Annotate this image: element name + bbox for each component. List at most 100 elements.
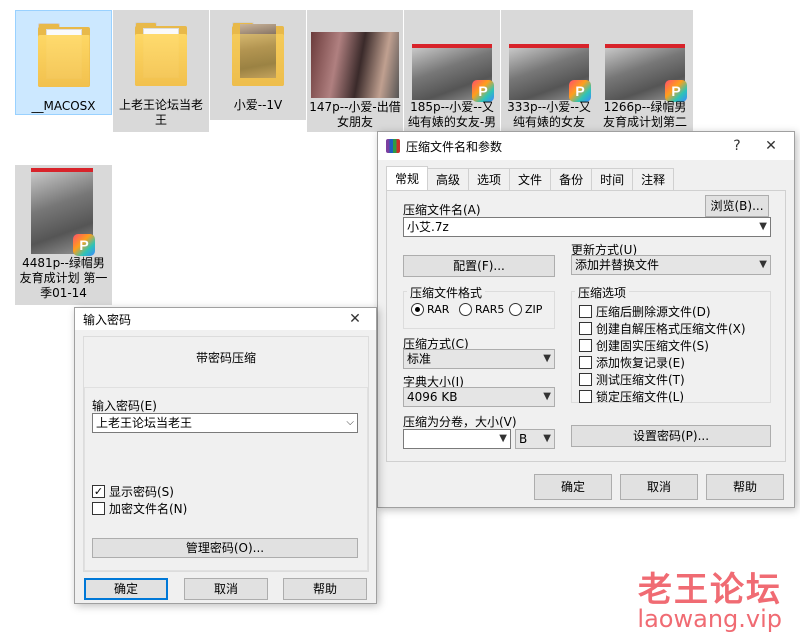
chevron-down-icon: ▼ [543,391,551,402]
lock-archive-checkbox[interactable]: 锁定压缩文件(L) [579,388,684,405]
file-item-image[interactable]: 147p--小爱-出借女朋友 [307,10,403,132]
browse-button[interactable]: 浏览(B)... [705,195,769,217]
tab-time[interactable]: 时间 [591,168,634,190]
format-zip-label: ZIP [525,303,543,316]
file-item-pdf[interactable]: P 333p--小爱--又纯有婊的女友 [501,10,597,132]
file-item-folder[interactable]: 上老王论坛当老王 [113,10,209,132]
set-password-button[interactable]: 设置密码(P)... [571,425,771,447]
radio-selected-icon [411,303,424,316]
archive-options-dialog: 压缩文件名和参数 ? ✕ 常规 高级 选项 文件 备份 时间 注释 压缩文件名(… [377,131,795,508]
file-item-pdf[interactable]: P 185p--小爱--又纯有婊的女友-男 [404,10,500,132]
checkbox-icon [579,356,592,369]
pdf-thumbnail: P [31,168,95,256]
checkmark-icon: ✓ [92,485,105,498]
file-item-macosx[interactable]: __MACOSX [15,10,112,115]
format-rar-label: RAR [427,303,450,316]
split-unit-select[interactable]: B ▼ [515,429,555,449]
delete-after-checkbox[interactable]: 压缩后删除源文件(D) [579,303,711,320]
password-help-button[interactable]: 帮助 [283,578,367,600]
password-value: 上老王论坛当老王 [96,416,193,430]
pdf-badge-icon: P [569,80,591,102]
option-label: 压缩后删除源文件(D) [596,305,711,319]
cancel-button[interactable]: 取消 [620,474,698,500]
show-password-checkbox[interactable]: ✓ 显示密码(S) [92,483,174,500]
password-dialog-titlebar: 输入密码 ✕ [75,308,376,330]
password-ok-button[interactable]: 确定 [84,578,168,600]
tab-general[interactable]: 常规 [386,166,429,190]
close-icon[interactable]: ✕ [754,132,788,160]
file-item-pdf[interactable]: P 4481p--绿帽男友育成计划 第一季01-14 [15,165,112,305]
image-thumbnail [311,32,399,98]
folder-icon [37,23,90,87]
update-mode-value: 添加并替换文件 [575,258,660,272]
profiles-button[interactable]: 配置(F)... [403,255,555,277]
option-label: 创建自解压格式压缩文件(X) [596,322,746,336]
update-mode-select[interactable]: 添加并替换文件 ▼ [571,255,771,275]
checkbox-icon [579,339,592,352]
password-heading: 带密码压缩 [195,351,256,365]
password-input[interactable]: 上老王论坛当老王 ⌵ [92,413,358,433]
option-label: 锁定压缩文件(L) [596,390,685,404]
show-password-label: 显示密码(S) [109,485,174,499]
dictionary-value: 4096 KB [407,390,458,404]
split-size-input[interactable]: ▼ [403,429,511,449]
archive-name-input[interactable]: 小艾.7z ▼ [403,217,771,237]
archive-name-label: 压缩文件名(A) [403,203,481,217]
password-dialog-title: 输入密码 [83,312,132,327]
option-label: 添加恢复记录(E) [596,356,685,370]
help-title-button[interactable]: ? [720,132,754,160]
winrar-icon [386,139,400,153]
split-volume-label: 压缩为分卷，大小(V) [403,415,517,429]
file-name: 4481p--绿帽男友育成计划 第一季01-14 [19,256,108,300]
encrypt-filenames-checkbox[interactable]: 加密文件名(N) [92,500,187,517]
folder-photo-icon [232,22,284,86]
chevron-down-icon[interactable]: ▼ [759,218,767,236]
checkbox-icon [579,390,592,403]
radio-icon [459,303,472,316]
encrypt-filenames-label: 加密文件名(N) [109,502,188,516]
checkbox-icon [579,322,592,335]
format-rar5-radio[interactable]: RAR5 [459,303,504,316]
tab-advanced[interactable]: 高级 [427,168,470,190]
folder-icon [135,22,187,86]
password-cancel-button[interactable]: 取消 [184,578,268,600]
file-name: 小爱--1V [233,98,283,112]
pdf-badge-icon: P [73,234,95,256]
checkbox-icon [579,305,592,318]
format-group-title: 压缩文件格式 [407,284,486,301]
dialog-titlebar: 压缩文件名和参数 ? ✕ [378,132,794,160]
method-select[interactable]: 标准 ▼ [403,349,555,369]
dictionary-select[interactable]: 4096 KB ▼ [403,387,555,407]
tab-comment[interactable]: 注释 [632,168,675,190]
tab-files[interactable]: 文件 [509,168,552,190]
file-item-folder-photo[interactable]: 小爱--1V [210,10,306,120]
file-name: __MACOSX [31,99,96,113]
format-rar-radio[interactable]: RAR [411,303,449,316]
file-name: 333p--小爱--又纯有婊的女友 [507,100,591,129]
chevron-down-icon: ▼ [543,353,551,364]
tab-strip: 常规 高级 选项 文件 备份 时间 注释 [386,166,675,190]
chevron-down-icon[interactable]: ⌵ [346,414,354,432]
format-zip-radio[interactable]: ZIP [509,303,542,316]
ok-button[interactable]: 确定 [534,474,612,500]
chevron-down-icon: ▼ [759,259,767,270]
pdf-badge-icon: P [472,80,494,102]
help-button[interactable]: 帮助 [706,474,784,500]
file-name: 1266p--绿帽男友育成计划第二 [602,100,687,129]
test-archive-checkbox[interactable]: 测试压缩文件(T) [579,371,685,388]
file-item-pdf[interactable]: P 1266p--绿帽男友育成计划第二 [597,10,693,132]
general-tab-panel: 压缩文件名(A) 浏览(B)... 小艾.7z ▼ 配置(F)... 更新方式(… [386,190,786,462]
solid-checkbox[interactable]: 创建固实压缩文件(S) [579,337,709,354]
close-icon[interactable]: ✕ [338,308,372,330]
sfx-checkbox[interactable]: 创建自解压格式压缩文件(X) [579,320,746,337]
chevron-down-icon: ▼ [499,433,507,444]
tab-backup[interactable]: 备份 [550,168,593,190]
pdf-thumbnail: P [605,44,687,102]
pdf-thumbnail: P [509,44,591,102]
file-name: 185p--小爱--又纯有婊的女友-男 [407,100,497,129]
manage-passwords-button[interactable]: 管理密码(O)... [92,538,358,558]
chevron-down-icon: ▼ [543,433,551,444]
method-value: 标准 [407,352,432,366]
tab-options[interactable]: 选项 [468,168,511,190]
recovery-record-checkbox[interactable]: 添加恢复记录(E) [579,354,685,371]
